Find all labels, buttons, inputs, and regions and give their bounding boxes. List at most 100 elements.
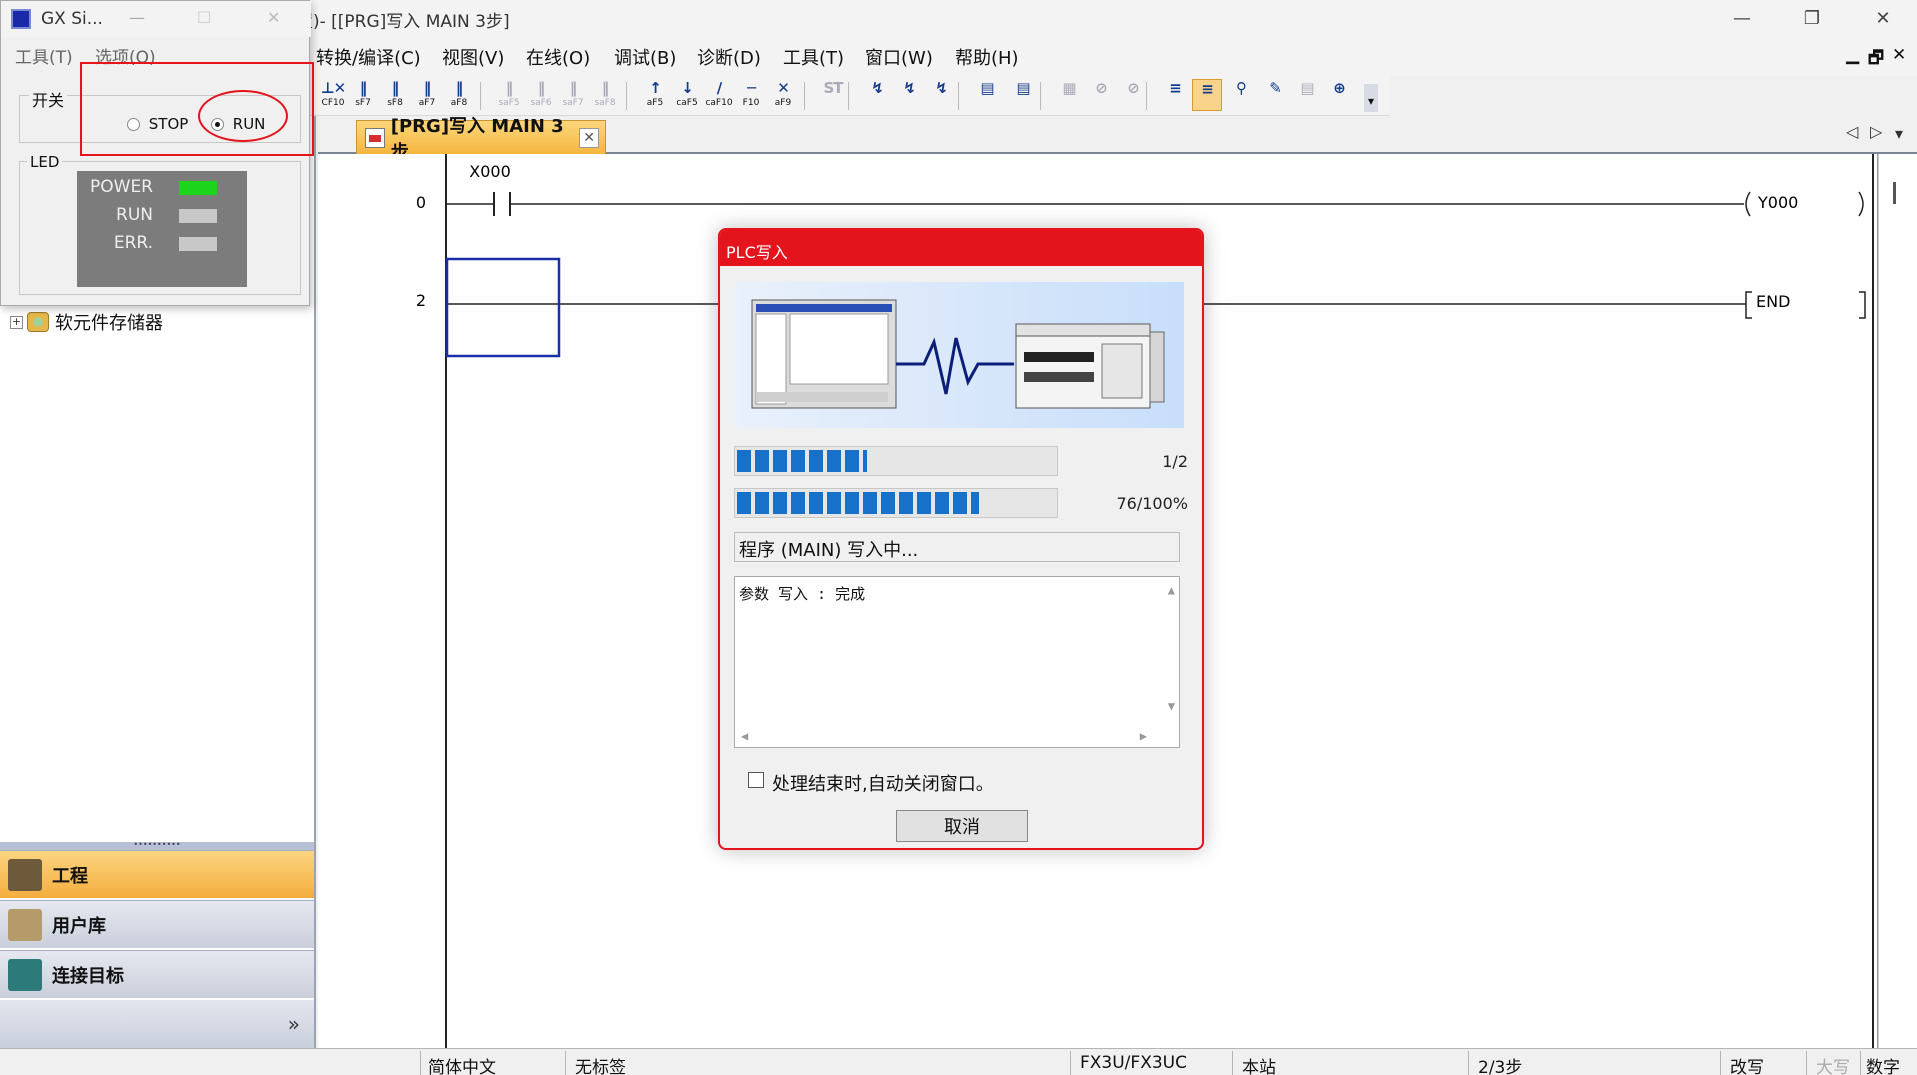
log-output[interactable]: 参数 写入 : 完成 ▲ ▼ ◀ ▶ — [734, 576, 1180, 748]
user-library-icon — [8, 908, 42, 941]
convert-all-icon: ↯ — [903, 79, 916, 97]
status-separator — [1860, 1051, 1861, 1075]
toolbar-shortcut-label: sF8 — [387, 98, 403, 108]
ladder-insert-button[interactable]: ‖ aF7 — [412, 79, 442, 111]
ladder-insert-button[interactable]: ‖ saF7 — [558, 79, 588, 111]
menu-debug[interactable]: 调试(B) — [614, 44, 676, 70]
simulator-menu-tools[interactable]: 工具(T) — [15, 43, 73, 68]
restore-button[interactable]: ❐ — [1787, 0, 1837, 36]
mdi-close-button[interactable]: ✕ — [1892, 45, 1906, 65]
editor-tab-strip: [PRG]写入 MAIN 3步 ✕ ◁ ▷ ▾ — [318, 116, 1917, 163]
tab-scroll-right-icon[interactable]: ▷ — [1870, 122, 1882, 141]
nav-tab-connection[interactable]: 连接目标 — [0, 950, 314, 998]
tree-item[interactable]: + 软元件存储器 — [10, 308, 163, 336]
mdi-minimize-button[interactable]: ▁ — [1846, 45, 1859, 65]
rising-edge-button[interactable]: ↑ aF5 — [640, 79, 670, 111]
toolbar-shortcut-label: aF5 — [646, 98, 664, 108]
menu-diagnostics[interactable]: 诊断(D) — [697, 44, 761, 70]
led-power-lamp — [179, 181, 217, 195]
simulator-close-button[interactable]: ✕ — [267, 8, 280, 27]
nav-more-button[interactable]: » — [0, 1000, 314, 1048]
zoom-button[interactable]: ⚲ — [1226, 79, 1256, 111]
ladder-insert-button[interactable]: ‖ saF5 — [494, 79, 524, 111]
toolbar-shortcut-label: aF8 — [450, 98, 468, 108]
nav-splitter[interactable]: •••••••••• — [0, 841, 314, 850]
ladder-insert-button[interactable]: ‖ saF8 — [590, 79, 620, 111]
status-separator — [1070, 1051, 1071, 1075]
monitor-button[interactable]: ▤ — [972, 79, 1002, 111]
status-separator — [1720, 1051, 1721, 1075]
scroll-down-icon[interactable]: ▼ — [1168, 699, 1175, 713]
scroll-up-icon[interactable]: ▲ — [1168, 583, 1175, 597]
line-button[interactable]: ─ F10 — [736, 79, 766, 111]
st-button[interactable]: ST — [818, 79, 848, 111]
progress-fill — [737, 450, 867, 472]
ladder-insert-button[interactable]: ‖ sF8 — [380, 79, 410, 111]
rung-step-number: 0 — [416, 193, 426, 212]
find-next-button[interactable]: ⊘ — [1118, 79, 1148, 111]
mdi-restore-button[interactable]: 🗗 — [1868, 45, 1884, 74]
tab-list-icon[interactable]: ▾ — [1895, 124, 1903, 143]
simulator-minimize-button[interactable]: — — [129, 8, 145, 27]
toolbar-overflow-icon[interactable]: ▾ — [1364, 84, 1378, 112]
menu-tools[interactable]: 工具(T) — [783, 44, 844, 70]
ladder-insert-button[interactable]: ‖ saF6 — [526, 79, 556, 111]
progress-bar-percent — [734, 488, 1058, 518]
simulator-maximize-button[interactable]: ☐ — [197, 8, 211, 27]
auto-close-checkbox[interactable] — [748, 772, 764, 788]
close-button[interactable]: ✕ — [1858, 0, 1908, 36]
line-delete-button[interactable]: ✕ aF9 — [768, 79, 798, 111]
status-bar: 简体中文 无标签 FX3U/FX3UC 本站 2/3步 改写 大写 数字 — [0, 1048, 1917, 1075]
menu-view[interactable]: 视图(V) — [442, 44, 504, 70]
toolbar-separator — [626, 82, 627, 110]
led-group-label: LED — [27, 153, 63, 171]
device-batch-button[interactable]: ▦ — [1054, 79, 1084, 111]
falling-edge-button[interactable]: ↓ caF5 — [672, 79, 702, 111]
editor-vertical-scrollbar[interactable] — [1878, 154, 1917, 1048]
cross-ref-icon: ≡ — [1169, 79, 1182, 97]
monitor-write-button[interactable]: ▤ — [1008, 79, 1038, 111]
scroll-thumb[interactable] — [1893, 182, 1896, 204]
scroll-right-icon[interactable]: ▶ — [1140, 729, 1147, 743]
monitor-icon: ▤ — [980, 79, 994, 97]
convert-online-button[interactable]: ↯ — [926, 79, 956, 111]
menu-help[interactable]: 帮助(H) — [955, 44, 1019, 70]
cross-ref-button[interactable]: ≡ — [1160, 79, 1190, 111]
edit-button[interactable]: ✎ — [1260, 79, 1290, 111]
gear-icon — [27, 312, 49, 332]
convert-all-button[interactable]: ↯ — [894, 79, 924, 111]
zoom-glass-button[interactable]: ⊕ — [1324, 79, 1354, 111]
nav-tab-user-library[interactable]: 用户库 — [0, 900, 314, 948]
tab-close-icon[interactable]: ✕ — [579, 127, 599, 148]
menu-online[interactable]: 在线(O) — [526, 44, 590, 70]
led-panel: POWER RUN ERR. — [77, 171, 247, 287]
ladder-insert-button[interactable]: ‖ aF8 — [444, 79, 474, 111]
program-icon — [365, 127, 385, 148]
computer-screen-icon — [751, 299, 897, 409]
invert-button[interactable]: ∕ caF10 — [704, 79, 734, 111]
expand-icon[interactable]: + — [10, 315, 23, 329]
tab-prg-main[interactable]: [PRG]写入 MAIN 3步 ✕ — [356, 116, 606, 163]
cancel-button[interactable]: 取消 — [896, 810, 1028, 842]
ladder-mode-button[interactable]: ≡ — [1192, 79, 1222, 111]
status-caps: 大写 — [1816, 1058, 1850, 1075]
led-err-label: ERR. — [113, 233, 153, 253]
find-button[interactable]: ⊘ — [1086, 79, 1116, 111]
scroll-left-icon[interactable]: ◀ — [741, 729, 748, 743]
toolbar-separator — [1146, 82, 1147, 110]
menu-window[interactable]: 窗口(W) — [865, 44, 933, 70]
coil-left-paren — [1745, 191, 1751, 217]
minimize-button[interactable]: — — [1717, 0, 1767, 36]
ladder-insert-button[interactable]: ‖ sF7 — [348, 79, 378, 111]
rising-edge-icon: ↑ — [649, 79, 662, 97]
ladder-delete-button[interactable]: ⊥✕ CF10 — [318, 79, 348, 111]
progress-fill — [737, 492, 979, 514]
print-button[interactable]: ▤ — [1292, 79, 1322, 111]
tab-scroll-left-icon[interactable]: ◁ — [1846, 122, 1858, 141]
ladder-insert-icon: ‖ — [423, 79, 431, 97]
menu-convert[interactable]: 转换/编译(C) — [316, 44, 421, 70]
nav-tab-project[interactable]: 工程 — [0, 850, 314, 898]
convert-button[interactable]: ↯ — [862, 79, 892, 111]
ladder-insert-icon: ‖ — [569, 79, 577, 97]
ladder-mode-icon: ≡ — [1201, 80, 1214, 98]
